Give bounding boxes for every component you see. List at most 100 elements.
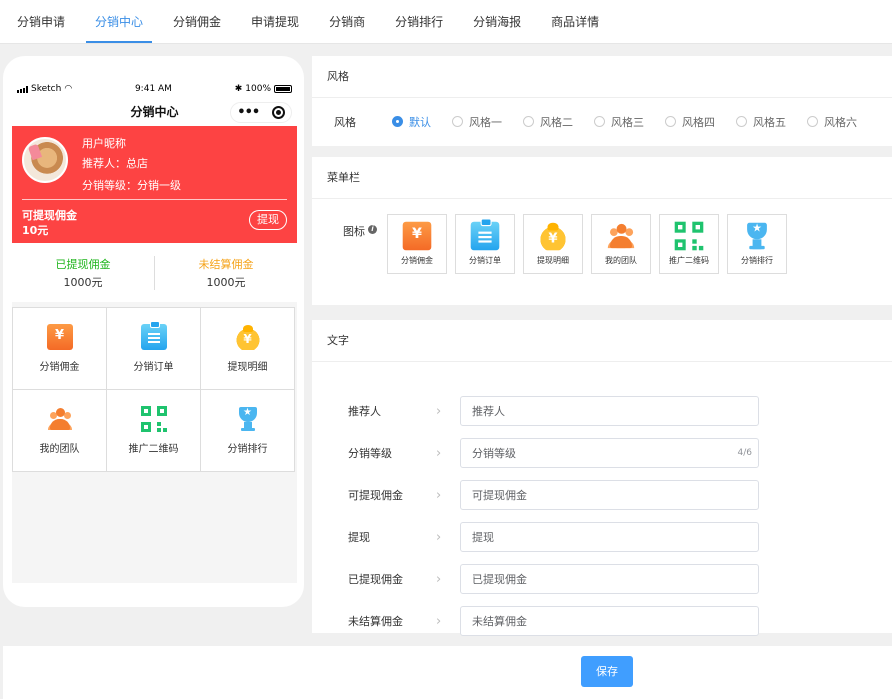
- save-button[interactable]: 保存: [581, 656, 633, 687]
- menu-item-ranking[interactable]: 分销排行: [727, 214, 787, 274]
- menu-item-team[interactable]: 我的团队: [591, 214, 651, 274]
- style-radio-group: 风格 默认 风格一 风格二 风格三 风格四 风格五 风格六: [312, 98, 892, 145]
- menu-item-label: 分销佣金: [401, 255, 433, 265]
- commission-icon: ¥: [402, 221, 432, 250]
- withdrawn-stat: 已提现佣金 1000元: [12, 256, 154, 290]
- team-icon: [47, 406, 73, 432]
- menu-panel-title: 菜单栏: [312, 157, 892, 199]
- text-row-unsettled: 未结算佣金 ›: [312, 600, 892, 642]
- menu-item-qrcode[interactable]: 推广二维码: [659, 214, 719, 274]
- menu-item-withdraw-detail[interactable]: ¥ 提现明细: [523, 214, 583, 274]
- withdrawn-value: 1000元: [63, 275, 103, 289]
- radio-dot: [665, 116, 676, 127]
- chevron-right-icon: ›: [436, 613, 442, 629]
- text-row-label: 分销等级: [348, 447, 392, 460]
- order-icon: [140, 321, 167, 350]
- phone-preview: Sketch ◠ 9:41 AM ✱ 100% 分销中心 ••• 用户昵称 推荐…: [3, 56, 304, 607]
- menu-item-orders[interactable]: 分销订单: [455, 214, 515, 274]
- grid-item-withdraw-detail[interactable]: ¥ 提现明细: [201, 308, 295, 390]
- user-header: 用户昵称 推荐人：总店 分销等级：分销一级 可提现佣金 10元 提现: [12, 126, 297, 243]
- qr-code-icon: [674, 221, 704, 250]
- referrer-input[interactable]: [472, 404, 712, 418]
- menu-item-label: 提现明细: [537, 255, 569, 265]
- style-option-3[interactable]: 风格三: [594, 114, 644, 130]
- grid-item-orders[interactable]: 分销订单: [107, 308, 201, 390]
- carrier-text: Sketch: [31, 84, 62, 94]
- text-row-available: 可提现佣金 ›: [312, 474, 892, 516]
- order-icon: [470, 217, 500, 250]
- style-option-4[interactable]: 风格四: [665, 114, 715, 130]
- radio-dot: [523, 116, 534, 127]
- battery-icon: [274, 85, 292, 93]
- team-icon: [607, 221, 636, 250]
- menu-row-label-wrap: 图标 i: [343, 214, 387, 274]
- chevron-right-icon: ›: [436, 403, 442, 419]
- tab-ranking[interactable]: 分销排行: [386, 0, 452, 43]
- style-option-2[interactable]: 风格二: [523, 114, 573, 130]
- text-row-label: 可提现佣金: [348, 489, 403, 502]
- grid-item-commission[interactable]: ¥ 分销佣金: [13, 308, 107, 390]
- available-input[interactable]: [472, 488, 712, 502]
- money-bag-icon: ¥: [538, 221, 568, 250]
- level-input[interactable]: [472, 446, 712, 460]
- radio-label: 风格六: [824, 115, 857, 129]
- text-row-label: 提现: [348, 531, 370, 544]
- tab-apply[interactable]: 分销申请: [8, 0, 74, 43]
- more-dots-icon: •••: [237, 105, 260, 120]
- radio-dot: [594, 116, 605, 127]
- money-bag-icon: ¥: [234, 324, 261, 350]
- available-commission-label: 可提现佣金: [22, 209, 77, 222]
- tab-center[interactable]: 分销中心: [86, 0, 153, 43]
- battery-text: 100%: [245, 84, 271, 94]
- chevron-right-icon: ›: [436, 571, 442, 587]
- chevron-right-icon: ›: [436, 529, 442, 545]
- wifi-icon: ◠: [64, 84, 73, 94]
- commission-icon: ¥: [46, 324, 73, 350]
- withdraw-input-box: [460, 522, 759, 552]
- radio-label: 风格四: [682, 115, 715, 129]
- menu-item-commission[interactable]: ¥ 分销佣金: [387, 214, 447, 274]
- menu-row-label: 图标: [343, 225, 365, 238]
- text-panel-title: 文字: [312, 320, 892, 362]
- chevron-right-icon: ›: [436, 487, 442, 503]
- mini-program-capsule: •••: [230, 102, 292, 123]
- grid-item-ranking[interactable]: 分销排行: [201, 390, 295, 472]
- style-option-5[interactable]: 风格五: [736, 114, 786, 130]
- grid-item-label: 我的团队: [39, 444, 80, 455]
- withdrawn-input-box: [460, 564, 759, 594]
- grid-item-team[interactable]: 我的团队: [13, 390, 107, 472]
- user-level: 分销等级：分销一级: [82, 179, 181, 192]
- unsettled-input[interactable]: [472, 614, 712, 628]
- close-target-icon: [271, 106, 285, 119]
- tab-distributors[interactable]: 分销商: [320, 0, 374, 43]
- tab-commission[interactable]: 分销佣金: [164, 0, 230, 43]
- radio-label: 风格三: [611, 115, 644, 129]
- phone-navbar: 分销中心 •••: [12, 98, 297, 126]
- char-count: 4/6: [737, 448, 752, 458]
- style-option-6[interactable]: 风格六: [807, 114, 857, 130]
- text-row-referrer: 推荐人 ›: [312, 390, 892, 432]
- available-commission-value: 10元: [22, 224, 49, 237]
- tab-poster[interactable]: 分销海报: [464, 0, 530, 43]
- top-tabs: 分销申请 分销中心 分销佣金 申请提现 分销商 分销排行 分销海报 商品详情: [0, 0, 892, 44]
- style-option-default[interactable]: 默认: [392, 114, 431, 130]
- grid-item-qrcode[interactable]: 推广二维码: [107, 390, 201, 472]
- info-icon[interactable]: i: [368, 225, 377, 234]
- radio-label: 风格一: [469, 115, 502, 129]
- signal-icon: [17, 85, 28, 93]
- radio-dot: [452, 116, 463, 127]
- style-row-label: 风格: [334, 115, 356, 129]
- tab-withdraw-apply[interactable]: 申请提现: [242, 0, 308, 43]
- trophy-icon: [743, 221, 771, 250]
- withdraw-input[interactable]: [472, 530, 712, 544]
- grid-item-label: 分销排行: [227, 444, 268, 455]
- withdrawn-input[interactable]: [472, 572, 712, 586]
- tab-product-detail[interactable]: 商品详情: [542, 0, 608, 43]
- menu-icon-list: ¥ 分销佣金 分销订单 ¥ 提现明细 我的团队 推广二维码 分销排行: [387, 214, 795, 274]
- menu-item-label: 分销订单: [469, 255, 501, 265]
- level-input-box: 4/6: [460, 438, 759, 468]
- phone-nav-title: 分销中心: [130, 105, 179, 119]
- withdrawn-label: 已提现佣金: [55, 257, 111, 271]
- style-option-1[interactable]: 风格一: [452, 114, 502, 130]
- withdraw-button[interactable]: 提现: [249, 210, 287, 230]
